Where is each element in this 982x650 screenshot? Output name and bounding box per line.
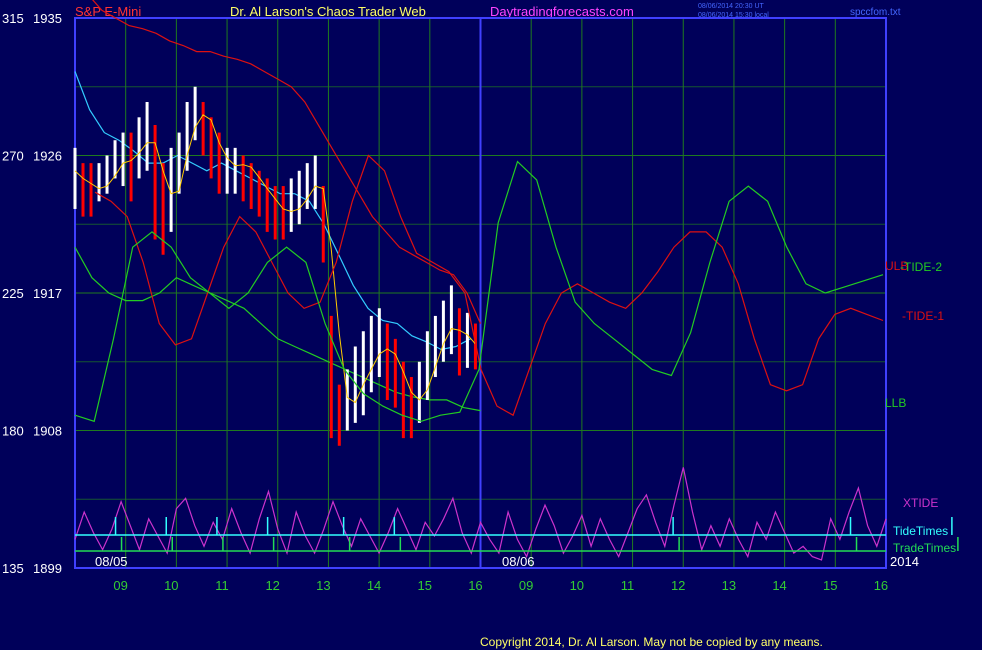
hour-tick-label: 15: [418, 578, 432, 593]
price-tick-label: 1899: [33, 561, 62, 576]
osc-tick-label: 315: [2, 11, 24, 26]
hour-tick-label: 11: [621, 578, 635, 593]
series-label-xtide: XTIDE: [903, 496, 938, 510]
data-file-label: spccfom.txt: [850, 7, 901, 18]
hour-tick-label: 12: [671, 578, 685, 593]
series-label-tide1: -TIDE-1: [902, 309, 944, 323]
osc-tick-label: 135: [2, 561, 24, 576]
chart-background: [0, 0, 982, 650]
series-label-trade-times: TradeTimes: [893, 541, 956, 555]
chart-canvas: S&P E-Mini Dr. Al Larson's Chaos Trader …: [0, 0, 982, 650]
copyright: Copyright 2014, Dr. Al Larson. May not b…: [480, 635, 823, 649]
osc-tick-label: 270: [2, 149, 24, 164]
series-label-tide2: -TIDE-2: [900, 260, 942, 274]
hour-tick-label: 12: [265, 578, 279, 593]
hour-tick-label: 09: [113, 578, 127, 593]
chart-title: Dr. Al Larson's Chaos Trader Web: [230, 4, 426, 19]
hour-tick-label: 10: [164, 578, 178, 593]
series-label-tide-times: TideTimes: [893, 524, 948, 538]
price-tick-label: 1917: [33, 286, 62, 301]
hour-tick-label: 14: [367, 578, 381, 593]
price-tick-label: 1935: [33, 11, 62, 26]
hour-tick-label: 15: [823, 578, 837, 593]
hour-tick-label: 13: [722, 578, 736, 593]
price-tick-label: 1908: [33, 424, 62, 439]
series-label-llb: LLB: [885, 396, 906, 410]
hour-tick-label: 16: [874, 578, 888, 593]
year-label: 2014: [890, 554, 919, 569]
hour-tick-label: 10: [570, 578, 584, 593]
osc-tick-label: 225: [2, 286, 24, 301]
osc-tick-label: 180: [2, 424, 24, 439]
symbol-label: S&P E-Mini: [75, 4, 141, 19]
hour-tick-label: 13: [316, 578, 330, 593]
site-label[interactable]: Daytradingforecasts.com: [490, 4, 634, 19]
hour-tick-label: 09: [519, 578, 533, 593]
timestamp-utc: 08/06/2014 20:30 UT: [698, 3, 764, 10]
hour-tick-label: 14: [772, 578, 786, 593]
hour-tick-label: 11: [215, 578, 229, 593]
price-tick-label: 1926: [33, 149, 62, 164]
date-label: 08/06: [502, 554, 535, 569]
date-label: 08/05: [95, 554, 128, 569]
hour-tick-label: 16: [468, 578, 482, 593]
